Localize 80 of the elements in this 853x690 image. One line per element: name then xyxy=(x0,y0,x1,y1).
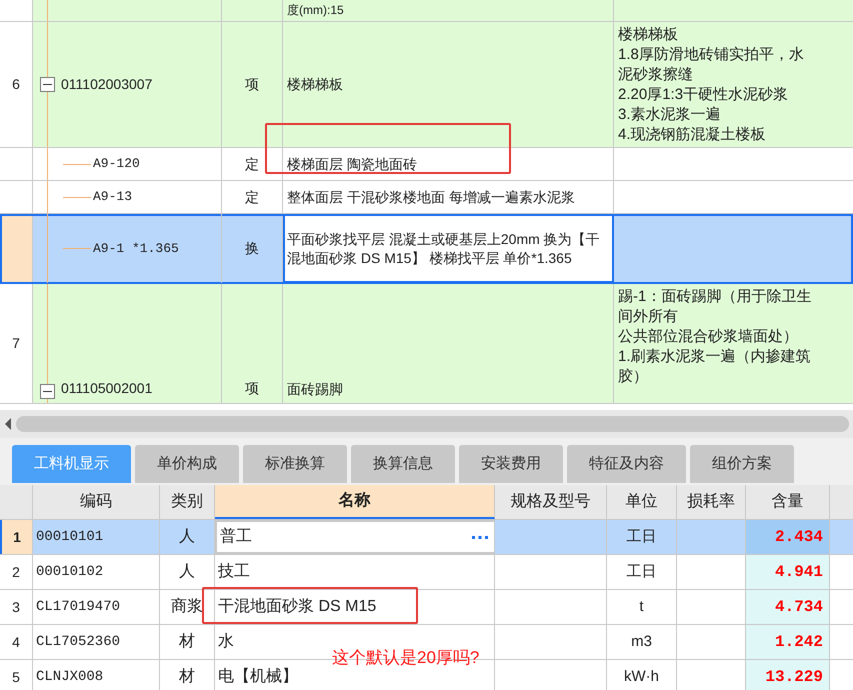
row-header[interactable]: 5 xyxy=(0,660,33,690)
item-name: 楼梯梯板 xyxy=(287,75,343,94)
annotation-text: 这个默认是20厚吗? xyxy=(332,647,480,669)
row-header[interactable]: 6 xyxy=(0,22,33,147)
quantity: 13.229 xyxy=(765,667,823,688)
material-code: 00010101 xyxy=(36,528,104,546)
name-field[interactable]: 普工 xyxy=(215,520,495,554)
row-header[interactable]: 7 xyxy=(0,284,33,403)
collapse-icon[interactable] xyxy=(40,77,55,92)
feature-line: 1.刷素水泥浆一遍（内掺建筑 xyxy=(618,347,812,367)
material-code: CL17052360 xyxy=(36,632,120,652)
material-name: 技工 xyxy=(218,562,250,582)
material-name: 水 xyxy=(218,632,234,652)
material-type: 材 xyxy=(179,666,195,687)
item-type: 换 xyxy=(245,239,259,258)
material-type: 人 xyxy=(179,562,195,582)
feature-line: 楼梯梯板 xyxy=(618,25,679,45)
quantity: 4.941 xyxy=(774,562,823,583)
item-name: 整体面层 干混砂浆楼地面 每增减一遍素水泥浆 xyxy=(287,188,575,206)
item-code: A9-13 xyxy=(93,188,132,206)
row-header[interactable]: 1 xyxy=(0,520,33,554)
feature-line: 胶） xyxy=(618,367,649,387)
material-code: CL17019470 xyxy=(36,598,120,616)
unit: m3 xyxy=(631,632,652,652)
item-type: 项 xyxy=(245,379,259,398)
collapse-icon[interactable] xyxy=(40,384,55,399)
feature-line: 1.8厚防滑地砖铺实拍平，水 xyxy=(618,45,805,65)
column-header[interactable]: 损耗率 xyxy=(677,485,746,519)
more-icon[interactable] xyxy=(472,535,488,539)
selected-row[interactable]: 1 00010101 人 普工 工日 2.434 xyxy=(0,520,853,555)
row-header[interactable]: 4 xyxy=(0,625,33,659)
tab[interactable]: 特征及内容 xyxy=(567,445,686,483)
material-type: 商浆 xyxy=(171,596,203,617)
column-header[interactable]: 编码 xyxy=(33,485,160,519)
row-header[interactable]: 2 xyxy=(0,555,33,589)
item-type: 定 xyxy=(245,154,259,174)
unit: 工日 xyxy=(626,526,656,547)
quantity: 2.434 xyxy=(774,527,823,548)
unit: kW·h xyxy=(624,666,659,687)
tab[interactable]: 单价构成 xyxy=(135,445,239,483)
unit: t xyxy=(639,596,644,617)
item-name: 平面砂浆找平层 混凝土或硬基层上20mm 换为【干混地面砂浆 DS M15】 楼梯找平层 单价*1.365 xyxy=(287,230,601,268)
column-header[interactable]: 含量 xyxy=(746,485,830,519)
unit: 工日 xyxy=(626,562,656,582)
row-header[interactable] xyxy=(0,214,33,283)
material-type: 人 xyxy=(179,527,195,547)
feature-line: 泥砂浆擦缝 xyxy=(618,65,694,85)
feature-line: 间外所有 xyxy=(618,307,679,327)
column-header[interactable]: 单位 xyxy=(607,485,677,519)
tab[interactable]: 换算信息 xyxy=(351,445,455,483)
material-code: 00010102 xyxy=(36,562,104,582)
item-code: A9-120 xyxy=(93,155,140,174)
tab[interactable]: 组价方案 xyxy=(690,445,794,483)
material-name: 干混地面砂浆 DS M15 xyxy=(218,596,376,617)
item-name: 面砖踢脚 xyxy=(287,380,343,399)
item-code: A9-1 *1.365 xyxy=(93,240,179,258)
feature-line: 2.20厚1:3干硬性水泥砂浆 xyxy=(618,85,790,105)
feature-line: 公共部位混合砂浆墙面处） xyxy=(618,327,799,347)
material-type: 材 xyxy=(179,632,195,652)
item-code: 011102003007 xyxy=(61,75,152,94)
item-name: 度(mm):15 xyxy=(287,2,344,19)
scroll-left-icon[interactable] xyxy=(4,418,12,430)
item-name: 楼梯面层 陶瓷地面砖 xyxy=(287,154,417,174)
item-type: 定 xyxy=(245,188,259,206)
quantity: 4.734 xyxy=(774,597,823,618)
row-header[interactable]: 3 xyxy=(0,590,33,624)
quantity: 1.242 xyxy=(774,632,823,653)
item-code: 011105002001 xyxy=(61,379,152,398)
tab[interactable]: 安装费用 xyxy=(459,445,563,483)
column-header[interactable]: 规格及型号 xyxy=(495,485,607,519)
selected-row[interactable]: A9-1 *1.365 换 平面砂浆找平层 混凝土或硬基层上20mm 换为【干混地面砂浆 DS M15】 楼梯找平层 单价*1.365 xyxy=(0,214,853,284)
horizontal-scrollbar[interactable] xyxy=(0,410,853,438)
tab[interactable]: 标准换算 xyxy=(243,445,347,483)
feature-line: 踢-1：面砖踢脚（用于除卫生 xyxy=(618,287,812,307)
feature-line: 4.现浇钢筋混凝土楼板 xyxy=(618,125,767,145)
material-name: 电【机械】 xyxy=(218,666,298,687)
column-header[interactable]: 名称 xyxy=(215,485,495,519)
material-code: CLNJX008 xyxy=(36,668,104,686)
item-type: 项 xyxy=(245,75,259,94)
feature-line: 3.素水泥浆一遍 xyxy=(618,105,722,125)
